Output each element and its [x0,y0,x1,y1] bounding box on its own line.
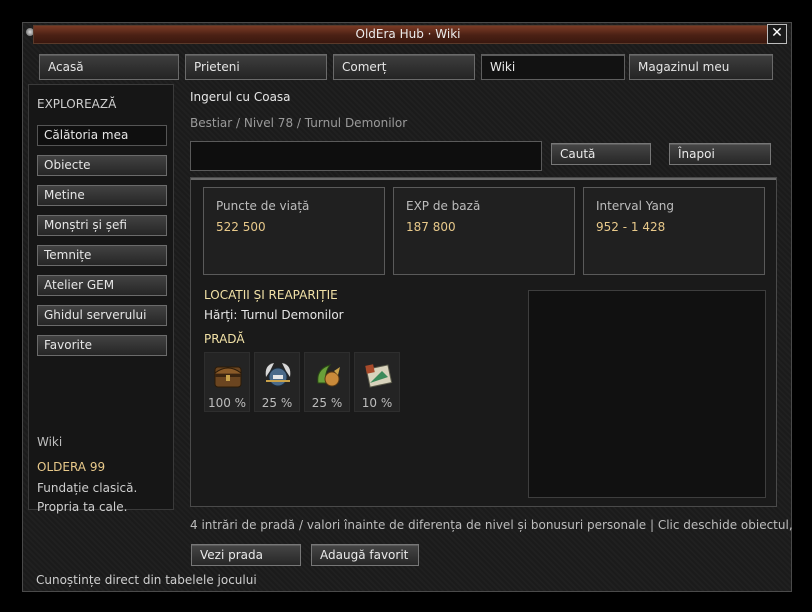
server-tagline-2: Propria ta cale. [37,500,128,514]
back-button[interactable]: Înapoi [669,143,771,165]
sidebar-item-monstri-si-sefi[interactable]: Monștri și șefi [37,215,167,236]
stat-card-exp: EXP de bază 187 800 [393,187,575,275]
stat-label: Puncte de viață [216,199,310,213]
tab-prieteni[interactable]: Prieteni [185,54,327,80]
drop-percent: 100 % [207,396,247,410]
sidebar-item-metine[interactable]: Metine [37,185,167,206]
view-drops-button[interactable]: Vezi prada [191,544,301,566]
page-title: Ingerul cu Coasa [190,90,291,104]
model-preview [528,290,766,498]
drop-note: 4 intrări de pradă / valori înainte de d… [190,518,793,532]
sidebar-item-calatoria-mea[interactable]: Călătoria mea [37,125,167,146]
maps-text: Hărți: Turnul Demonilor [204,308,344,322]
drop-slot[interactable]: 10 % [354,352,400,412]
stat-value: 187 800 [406,220,456,234]
horn-item-icon [317,364,340,387]
add-favorite-button[interactable]: Adaugă favorit [311,544,419,566]
sidebar-item-atelier-gem[interactable]: Atelier GEM [37,275,167,296]
stat-label: EXP de bază [406,199,481,213]
sidebar-item-favorite[interactable]: Favorite [37,335,167,356]
stat-value: 522 500 [216,220,266,234]
drop-percent: 10 % [361,396,393,410]
sidebar-heading: EXPLOREAZĂ [37,97,117,111]
warrior-helmet-icon [265,363,291,387]
search-button[interactable]: Caută [551,143,651,165]
server-name: OLDERA 99 [37,460,106,474]
wiki-window: OldEra Hub · Wiki ✕ Acasă Prieteni Comer… [22,22,793,592]
breadcrumb: Bestiar / Nivel 78 / Turnul Demonilor [190,116,408,130]
chest-icon [214,366,242,388]
stat-value: 952 - 1 428 [596,220,666,234]
title-bar[interactable]: OldEra Hub · Wiki [33,25,783,44]
sidebar-item-ghidul-serverului[interactable]: Ghidul serverului [37,305,167,326]
server-tagline-1: Fundație clasică. [37,481,138,495]
drop-slot[interactable]: 100 % [204,352,250,412]
sidebar: EXPLOREAZĂ Călătoria mea Obiecte Metine … [28,84,174,514]
sidebar-item-temnite[interactable]: Temnițe [37,245,167,266]
drop-percent: 25 % [311,396,343,410]
tab-magazinul-meu[interactable]: Magazinul meu [629,54,773,80]
search-input[interactable] [190,141,542,171]
drop-percent: 25 % [261,396,293,410]
stat-card-yang: Interval Yang 952 - 1 428 [583,187,765,275]
drop-title: PRADĂ [204,332,245,346]
tab-acasa[interactable]: Acasă [39,54,179,80]
sidebar-footer-wiki: Wiki [37,435,63,449]
window-title: OldEra Hub · Wiki [355,27,461,41]
status-text: Cunoștințe direct din tabelele jocului [36,573,257,587]
sidebar-item-obiecte[interactable]: Obiecte [37,155,167,176]
tab-comert[interactable]: Comerț [333,54,475,80]
scroll-item-icon [365,364,393,388]
stat-card-hp: Puncte de viață 522 500 [203,187,385,275]
drop-slot[interactable]: 25 % [304,352,350,412]
monster-detail-panel: Puncte de viață 522 500 EXP de bază 187 … [190,177,777,507]
tab-wiki[interactable]: Wiki [481,54,625,80]
close-button[interactable]: ✕ [767,24,787,44]
stat-label: Interval Yang [596,199,675,213]
drop-slot[interactable]: 25 % [254,352,300,412]
locations-title: LOCAȚII ȘI REAPARIȚIE [204,288,338,302]
